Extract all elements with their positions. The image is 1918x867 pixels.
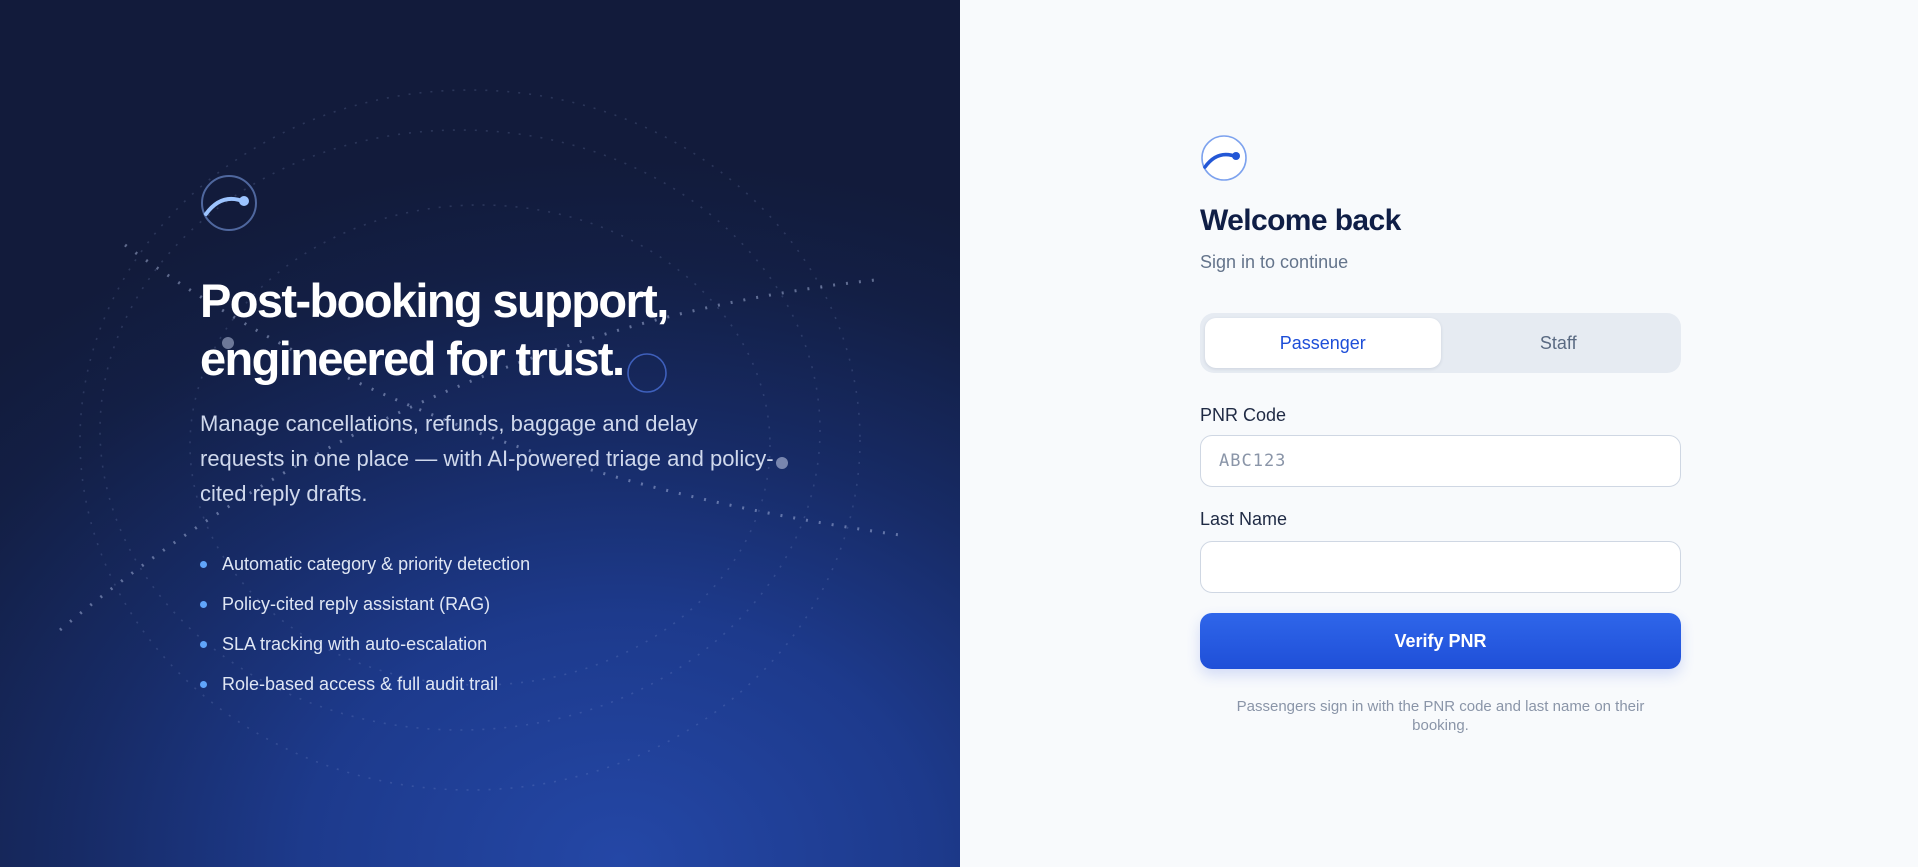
feature-text: Policy-cited reply assistant (RAG) [222,594,491,614]
verify-pnr-button[interactable]: Verify PNR [1200,613,1681,669]
feature-item: Policy-cited reply assistant (RAG) [200,588,530,628]
bullet-dot-icon [200,641,207,648]
role-tabs: Passenger Staff [1200,313,1681,373]
feature-text: Role-based access & full audit trail [222,674,499,694]
signin-panel: Welcome back Sign in to continue Passeng… [960,0,1918,867]
hero-title: Post-booking support, engineered for tru… [200,272,820,388]
hero-title-line-1: Post-booking support, [200,274,669,327]
hero-description: Manage cancellations, refunds, baggage a… [200,411,774,506]
last-name-label: Last Name [1200,509,1288,529]
hero-panel: Post-booking support, engineered for tru… [0,0,960,867]
signin-hint: Passengers sign in with the PNR code and… [1236,698,1645,734]
bullet-dot-icon [200,681,207,688]
pnr-code-input[interactable] [1200,435,1681,487]
tab-passenger[interactable]: Passenger [1205,318,1441,368]
brand-logo-icon [1201,135,1247,181]
tab-staff[interactable]: Staff [1441,318,1677,368]
feature-list: Automatic category & priority detection … [200,548,530,708]
bullet-dot-icon [200,601,207,608]
page-title: Welcome back [1200,204,1401,237]
pnr-code-label: PNR Code [1200,405,1287,425]
feature-item: Automatic category & priority detection [200,548,530,588]
feature-item: SLA tracking with auto-escalation [200,628,530,668]
page-subtitle: Sign in to continue [1200,252,1349,272]
feature-text: Automatic category & priority detection [222,554,531,574]
feature-text: SLA tracking with auto-escalation [222,634,488,654]
feature-item: Role-based access & full audit trail [200,668,530,708]
hero-logo-icon [201,175,257,231]
last-name-input[interactable] [1200,541,1681,593]
hero-title-line-2: engineered for trust. [200,332,625,385]
bullet-dot-icon [200,561,207,568]
